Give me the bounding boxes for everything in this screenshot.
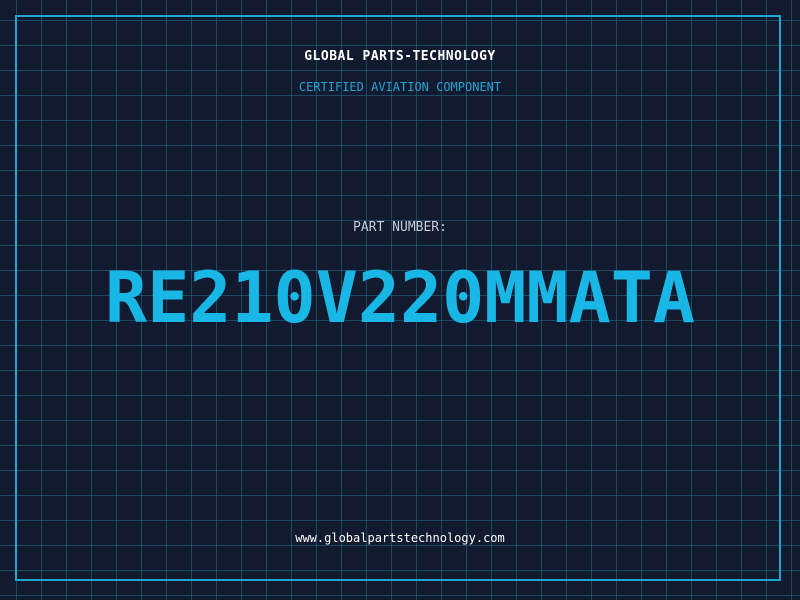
brand-title: GLOBAL PARTS-TECHNOLOGY — [304, 49, 496, 64]
part-number-label: PART NUMBER: — [353, 220, 447, 235]
website-url: www.globalpartstechnology.com — [295, 531, 505, 545]
part-number-value: RE210V220MMATA — [104, 257, 695, 339]
brand-tagline: CERTIFIED AVIATION COMPONENT — [298, 80, 502, 94]
